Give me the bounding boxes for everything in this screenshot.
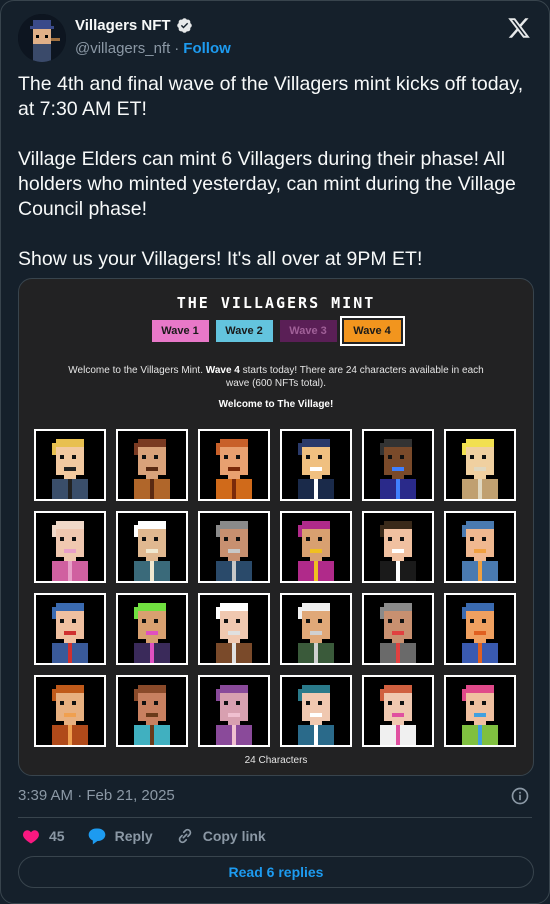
- character-tile: [116, 593, 188, 665]
- character-tile: [362, 429, 434, 501]
- author-name-row: Villagers NFT: [75, 17, 193, 34]
- character-portrait: [364, 595, 432, 663]
- character-portrait: [446, 677, 514, 745]
- wave-tab-4[interactable]: Wave 4: [339, 316, 405, 346]
- mint-intro-text: Welcome to the Villagers Mint. Wave 4 st…: [68, 365, 484, 389]
- handle-separator: ·: [174, 40, 180, 57]
- character-portrait: [446, 513, 514, 581]
- x-logo-icon[interactable]: [507, 16, 531, 40]
- character-tile: [198, 675, 270, 747]
- character-tile: [280, 593, 352, 665]
- character-tile: [280, 675, 352, 747]
- character-portrait: [36, 677, 104, 745]
- character-portrait: [282, 595, 350, 663]
- reply-bubble-icon: [88, 828, 105, 845]
- character-portrait: [282, 513, 350, 581]
- character-portrait: [200, 677, 268, 745]
- character-portrait: [282, 431, 350, 499]
- character-tile: [198, 511, 270, 583]
- character-portrait: [36, 431, 104, 499]
- character-tile: [280, 429, 352, 501]
- copy-link-button[interactable]: Copy link: [175, 826, 266, 846]
- character-tile: [34, 511, 106, 583]
- character-tile: [444, 675, 516, 747]
- character-tile: [198, 429, 270, 501]
- tweet-media-image[interactable]: THE VILLAGERS MINT Wave 1 Wave 2 Wave 3 Wav…: [18, 278, 534, 776]
- like-button[interactable]: 45: [21, 826, 65, 846]
- tweet-text: The 4th and final wave of the Villagers …: [18, 73, 524, 270]
- character-portrait: [200, 513, 268, 581]
- character-tile: [444, 429, 516, 501]
- character-portrait: [364, 677, 432, 745]
- reply-button[interactable]: Reply: [87, 826, 153, 846]
- character-portrait: [36, 595, 104, 663]
- character-tile: [198, 593, 270, 665]
- character-portrait: [446, 431, 514, 499]
- character-tile: [362, 675, 434, 747]
- character-grid: [34, 429, 517, 747]
- wave-tabs: Wave 1 Wave 2 Wave 3 Wave 4: [19, 316, 533, 346]
- read-replies-button[interactable]: Read 6 replies: [18, 856, 534, 888]
- welcome-text: Welcome to The Village!: [218, 399, 334, 410]
- character-tile: [444, 511, 516, 583]
- author-avatar[interactable]: [18, 14, 66, 62]
- divider: [18, 817, 532, 818]
- character-portrait: [118, 513, 186, 581]
- copy-link-label: Copy link: [202, 828, 266, 844]
- character-tile: [116, 675, 188, 747]
- verified-badge-icon: [176, 18, 192, 33]
- character-tile: [34, 675, 106, 747]
- character-tile: [362, 511, 434, 583]
- author-handle[interactable]: @villagers_nft: [75, 40, 170, 57]
- character-portrait: [118, 595, 186, 663]
- character-tile: [280, 511, 352, 583]
- link-icon: [178, 828, 191, 844]
- character-portrait: [364, 431, 432, 499]
- like-count: 45: [49, 828, 65, 844]
- character-tile: [34, 593, 106, 665]
- author-handle-row: @villagers_nft · Follow: [75, 40, 231, 57]
- character-portrait: [118, 677, 186, 745]
- character-portrait: [200, 595, 268, 663]
- follow-button[interactable]: Follow: [183, 40, 231, 57]
- heart-icon: [23, 830, 39, 844]
- character-portrait: [446, 595, 514, 663]
- action-bar: 45 Reply Copy link: [21, 826, 288, 846]
- character-portrait: [200, 431, 268, 499]
- author-display-name[interactable]: Villagers NFT: [75, 17, 171, 34]
- wave-tab-2[interactable]: Wave 2: [215, 320, 273, 342]
- avatar-image: [18, 14, 66, 62]
- wave-tab-3[interactable]: Wave 3: [279, 320, 337, 342]
- wave-tab-1[interactable]: Wave 1: [151, 320, 209, 342]
- character-tile: [362, 593, 434, 665]
- tweet-card: Villagers NFT @villagers_nft · Follow Th…: [0, 0, 550, 904]
- character-portrait: [118, 431, 186, 499]
- character-tile: [116, 511, 188, 583]
- character-tile: [34, 429, 106, 501]
- mint-title: THE VILLAGERS MINT: [176, 294, 376, 312]
- character-portrait: [36, 513, 104, 581]
- character-portrait: [282, 677, 350, 745]
- character-tile: [444, 593, 516, 665]
- character-portrait: [364, 513, 432, 581]
- character-count: 24 Characters: [244, 755, 308, 766]
- tweet-timestamp[interactable]: 3:39 AM · Feb 21, 2025: [18, 787, 175, 804]
- info-icon[interactable]: [510, 786, 530, 806]
- character-tile: [116, 429, 188, 501]
- reply-label: Reply: [114, 828, 153, 844]
